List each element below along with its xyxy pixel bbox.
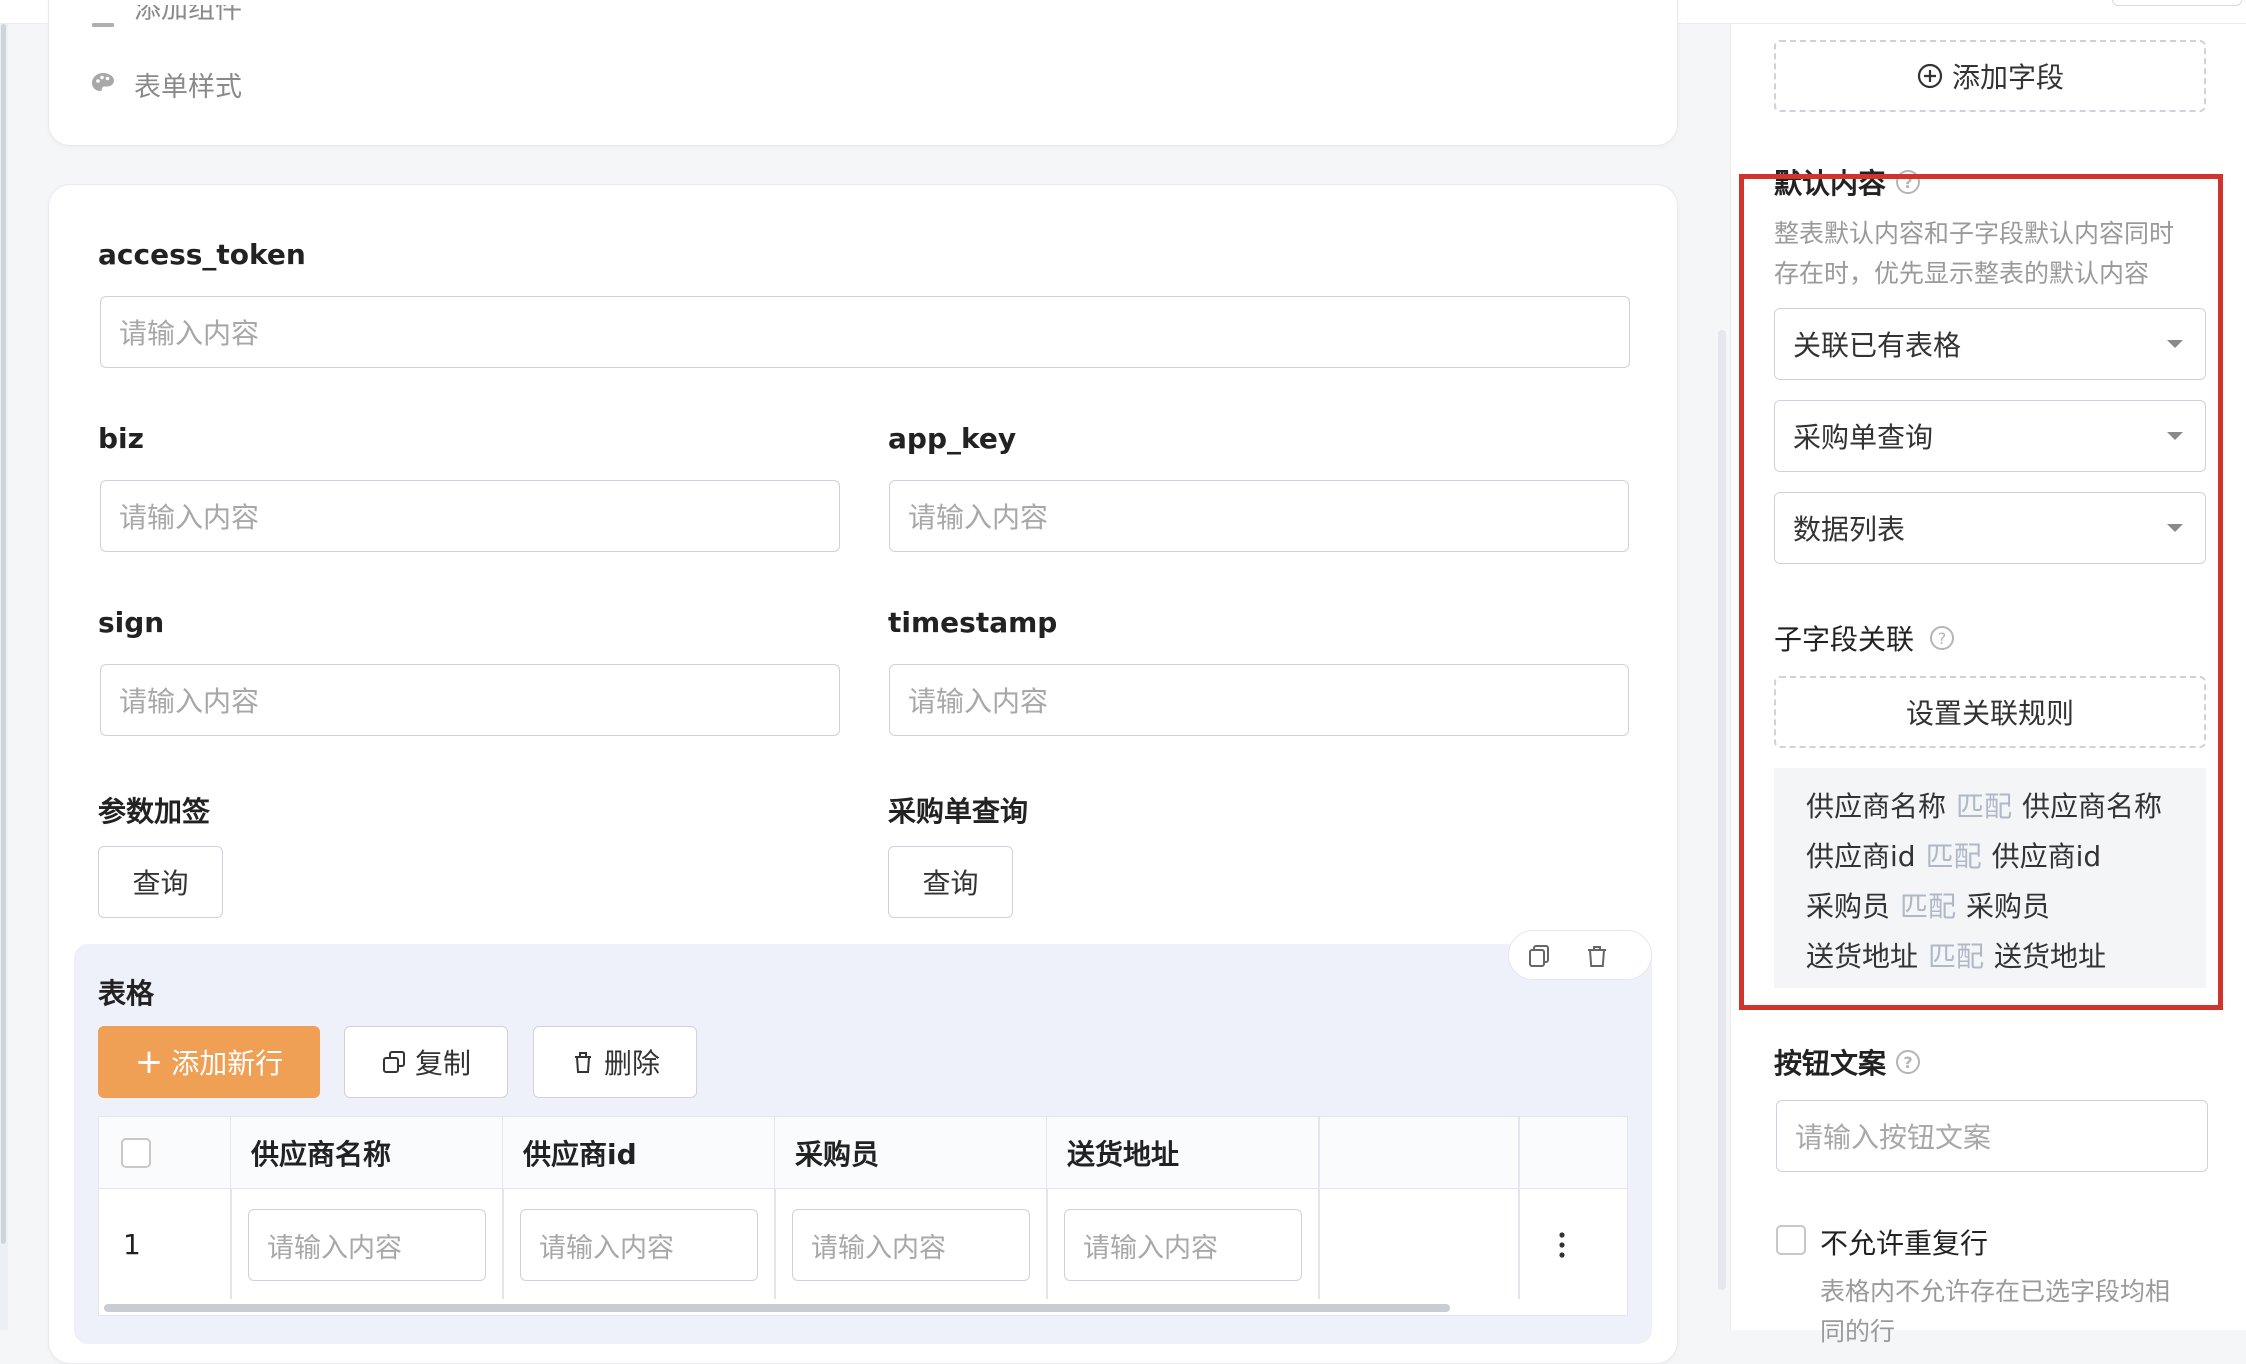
column-header: 供应商名称 [230, 1117, 502, 1189]
button-text-title: 按钮文案 ? [1774, 1042, 1921, 1082]
menu-item-label: 添加组件 [134, 5, 242, 25]
column-divider [1318, 1117, 1320, 1299]
select-all-checkbox[interactable] [121, 1138, 151, 1168]
placeholder: 请输入内容 [908, 501, 1049, 534]
placeholder: 请输入内容 [539, 1232, 674, 1264]
menu-item-label: 表单样式 [134, 71, 242, 103]
add-row-button[interactable]: + 添加新行 [98, 1026, 320, 1098]
palette-icon [88, 69, 118, 99]
button-text-input[interactable]: 请输入按钮文案 [1776, 1100, 2208, 1172]
access-token-input[interactable]: 请输入内容 [100, 296, 1630, 368]
table-hscrollbar-thumb[interactable] [104, 1304, 1450, 1312]
po-query-button[interactable]: 查询 [888, 846, 1013, 918]
plus-icon: + [134, 1042, 164, 1082]
timestamp-input[interactable]: 请输入内容 [889, 664, 1629, 736]
delete-block-icon[interactable] [1584, 943, 1610, 969]
column-header: 采购员 [774, 1117, 1046, 1189]
column-divider [502, 1189, 504, 1299]
copy-block-icon[interactable] [1526, 943, 1552, 969]
right-panel-scrollbar[interactable] [1718, 330, 1726, 1290]
sign-label: sign [98, 606, 165, 639]
top-right-button[interactable] [2112, 0, 2242, 6]
menu-item-add-component[interactable]: 添加组件 [88, 5, 242, 35]
help-icon[interactable]: ? [1896, 1050, 1921, 1074]
access-token-label: access_token [98, 238, 306, 271]
checkbox-box [121, 1138, 151, 1168]
no-duplicate-label: 不允许重复行 [1820, 1227, 1989, 1260]
table-title: 表格 [98, 977, 155, 1010]
sign-input[interactable]: 请输入内容 [100, 664, 840, 736]
section-title: 按钮文案 [1774, 1047, 1887, 1080]
biz-input[interactable]: 请输入内容 [100, 480, 840, 552]
row-more-icon[interactable] [1552, 1230, 1572, 1260]
menu-item-form-style[interactable]: 表单样式 [88, 64, 242, 104]
placeholder: 请输入内容 [267, 1232, 402, 1264]
placeholder: 请输入内容 [908, 685, 1049, 718]
po-query-label: 采购单查询 [888, 795, 1029, 828]
add-row-label: 添加新行 [171, 1047, 284, 1080]
left-scrollbar-thumb[interactable] [1, 24, 6, 1244]
highlight-box [1739, 174, 2223, 1010]
placeholder: 请输入内容 [119, 317, 260, 350]
row-index: 1 [123, 1228, 141, 1261]
delete-button[interactable]: 删除 [533, 1026, 697, 1098]
param-sign-query-button[interactable]: 查询 [98, 846, 223, 918]
copy-icon [381, 1049, 407, 1075]
column-divider [774, 1189, 776, 1299]
param-sign-label: 参数加签 [98, 795, 211, 828]
column-divider [1518, 1117, 1520, 1299]
app-key-input[interactable]: 请输入内容 [889, 480, 1629, 552]
cell-input-supplier-id[interactable]: 请输入内容 [520, 1209, 758, 1281]
add-field-button[interactable]: 添加字段 [1774, 40, 2206, 112]
list-icon [88, 5, 118, 35]
desc-line: 同的行 [1820, 1317, 1896, 1346]
no-duplicate-desc: 表格内不允许存在已选字段均相 同的行 [1820, 1272, 2220, 1352]
cell-input-supplier-name[interactable]: 请输入内容 [248, 1209, 486, 1281]
checkbox-box [1776, 1225, 1806, 1255]
cell-input-delivery-address[interactable]: 请输入内容 [1064, 1209, 1302, 1281]
add-field-label: 添加字段 [1951, 61, 2064, 94]
app-key-label: app_key [888, 422, 1017, 455]
column-header: 供应商id [502, 1117, 774, 1189]
column-divider [1046, 1189, 1048, 1299]
plus-circle-icon [1916, 62, 1944, 90]
desc-line: 表格内不允许存在已选字段均相 [1820, 1277, 2171, 1306]
copy-button[interactable]: 复制 [344, 1026, 508, 1098]
component-menu-card [48, 0, 1678, 146]
no-duplicate-checkbox[interactable] [1776, 1225, 1806, 1255]
column-header: 送货地址 [1046, 1117, 1318, 1189]
placeholder: 请输入内容 [119, 501, 260, 534]
copy-label: 复制 [414, 1047, 471, 1080]
trash-icon [570, 1049, 596, 1075]
biz-label: biz [98, 422, 144, 455]
timestamp-label: timestamp [888, 606, 1058, 639]
placeholder: 请输入内容 [811, 1232, 946, 1264]
placeholder: 请输入按钮文案 [1795, 1121, 1992, 1154]
column-divider [230, 1189, 232, 1299]
placeholder: 请输入内容 [119, 685, 260, 718]
delete-label: 删除 [603, 1047, 660, 1080]
cell-input-buyer[interactable]: 请输入内容 [792, 1209, 1030, 1281]
placeholder: 请输入内容 [1083, 1232, 1218, 1264]
